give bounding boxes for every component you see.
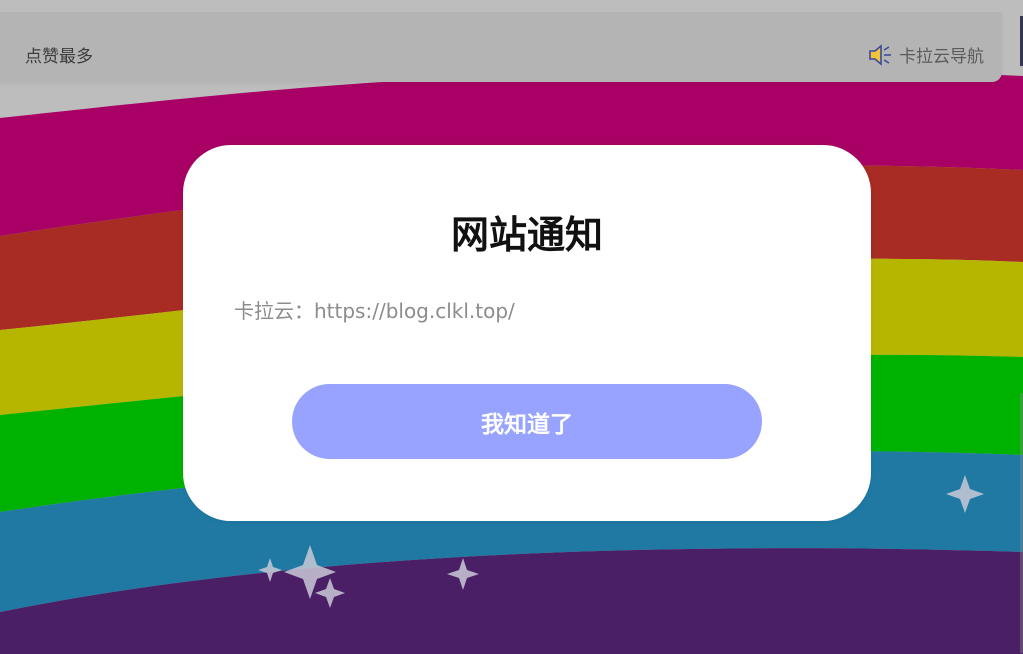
notice-modal: 网站通知 卡拉云：https://blog.clkl.top/ 我知道了 bbox=[183, 145, 871, 521]
modal-body-text: 卡拉云：https://blog.clkl.top/ bbox=[234, 299, 515, 323]
acknowledge-button[interactable]: 我知道了 bbox=[292, 384, 762, 459]
page: 点赞最多 卡拉云导航 网站通知 卡拉云：https://blog.clkl.to… bbox=[0, 0, 1023, 654]
modal-title: 网站通知 bbox=[450, 213, 603, 257]
